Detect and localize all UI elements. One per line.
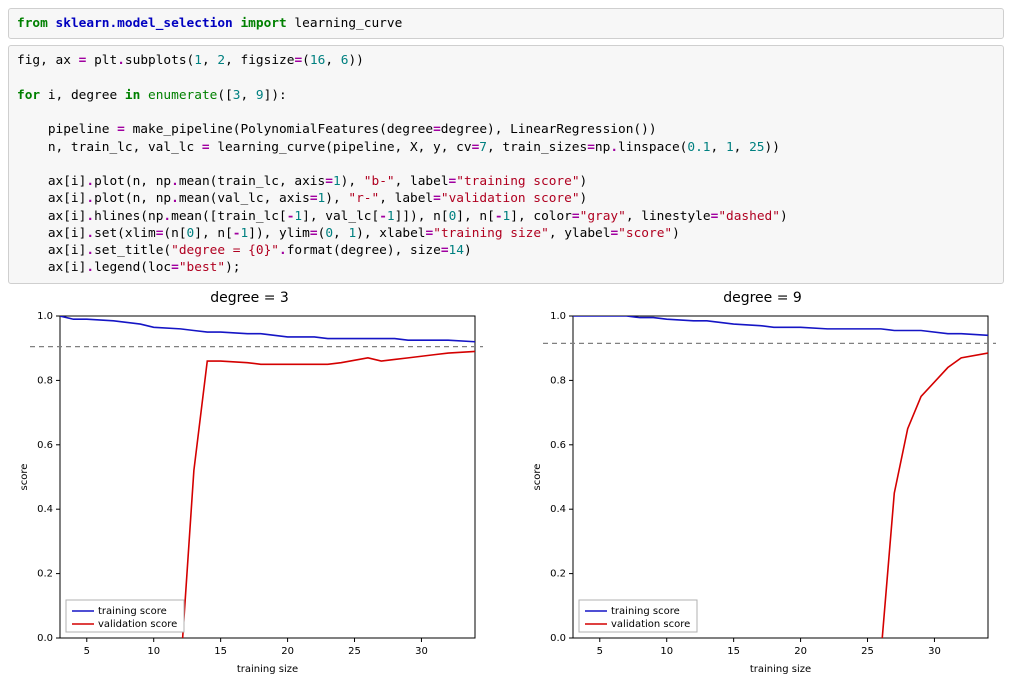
svg-text:30: 30 [415,646,428,657]
svg-text:10: 10 [147,646,160,657]
svg-text:score: score [532,463,543,490]
svg-text:validation score: validation score [98,619,177,630]
svg-text:0.2: 0.2 [550,568,566,579]
svg-text:1.0: 1.0 [37,311,53,322]
svg-text:0.8: 0.8 [37,375,53,386]
svg-text:0.8: 0.8 [550,375,566,386]
svg-text:5: 5 [596,646,602,657]
chart-degree-9: 0.0 0.2 0.4 0.6 0.8 1.0 5 10 15 20 25 30 training si… [528,308,998,678]
svg-text:25: 25 [861,646,874,657]
plot-title-right: degree = 9 [723,290,802,306]
code-cell-2: fig, ax = plt.subplots(1, 2, figsize=(16… [8,45,1004,283]
plot-title-left: degree = 3 [210,290,289,306]
svg-text:30: 30 [928,646,941,657]
svg-text:0.4: 0.4 [550,504,566,515]
svg-text:0.4: 0.4 [37,504,53,515]
svg-text:0.6: 0.6 [550,440,566,451]
svg-text:0.0: 0.0 [550,633,566,644]
svg-text:validation score: validation score [611,619,690,630]
svg-text:20: 20 [794,646,807,657]
svg-text:training size: training size [749,664,810,675]
svg-text:15: 15 [727,646,740,657]
code-cell-1: from sklearn.model_selection import lear… [8,8,1004,39]
svg-text:0.2: 0.2 [37,568,53,579]
svg-text:training size: training size [236,664,297,675]
svg-text:20: 20 [281,646,294,657]
svg-text:5: 5 [83,646,89,657]
chart-degree-3: 0.0 0.2 0.4 0.6 0.8 1.0 5 10 15 20 25 30 training si… [15,308,485,678]
svg-text:1.0: 1.0 [550,311,566,322]
svg-text:0.6: 0.6 [37,440,53,451]
plot-right: degree = 9 0.0 0.2 0.4 0.6 0.8 1.0 5 10 15 20 25 30… [521,290,1004,678]
plot-output: degree = 3 0.0 0.2 0.4 0.6 0.8 1.0 5 10 15 20 25 30… [8,290,1004,678]
svg-text:score: score [19,463,30,490]
svg-text:10: 10 [660,646,673,657]
svg-text:training score: training score [98,606,167,617]
svg-text:25: 25 [348,646,361,657]
svg-text:0.0: 0.0 [37,633,53,644]
svg-text:15: 15 [214,646,227,657]
plot-left: degree = 3 0.0 0.2 0.4 0.6 0.8 1.0 5 10 15 20 25 30… [8,290,491,678]
svg-text:training score: training score [611,606,680,617]
